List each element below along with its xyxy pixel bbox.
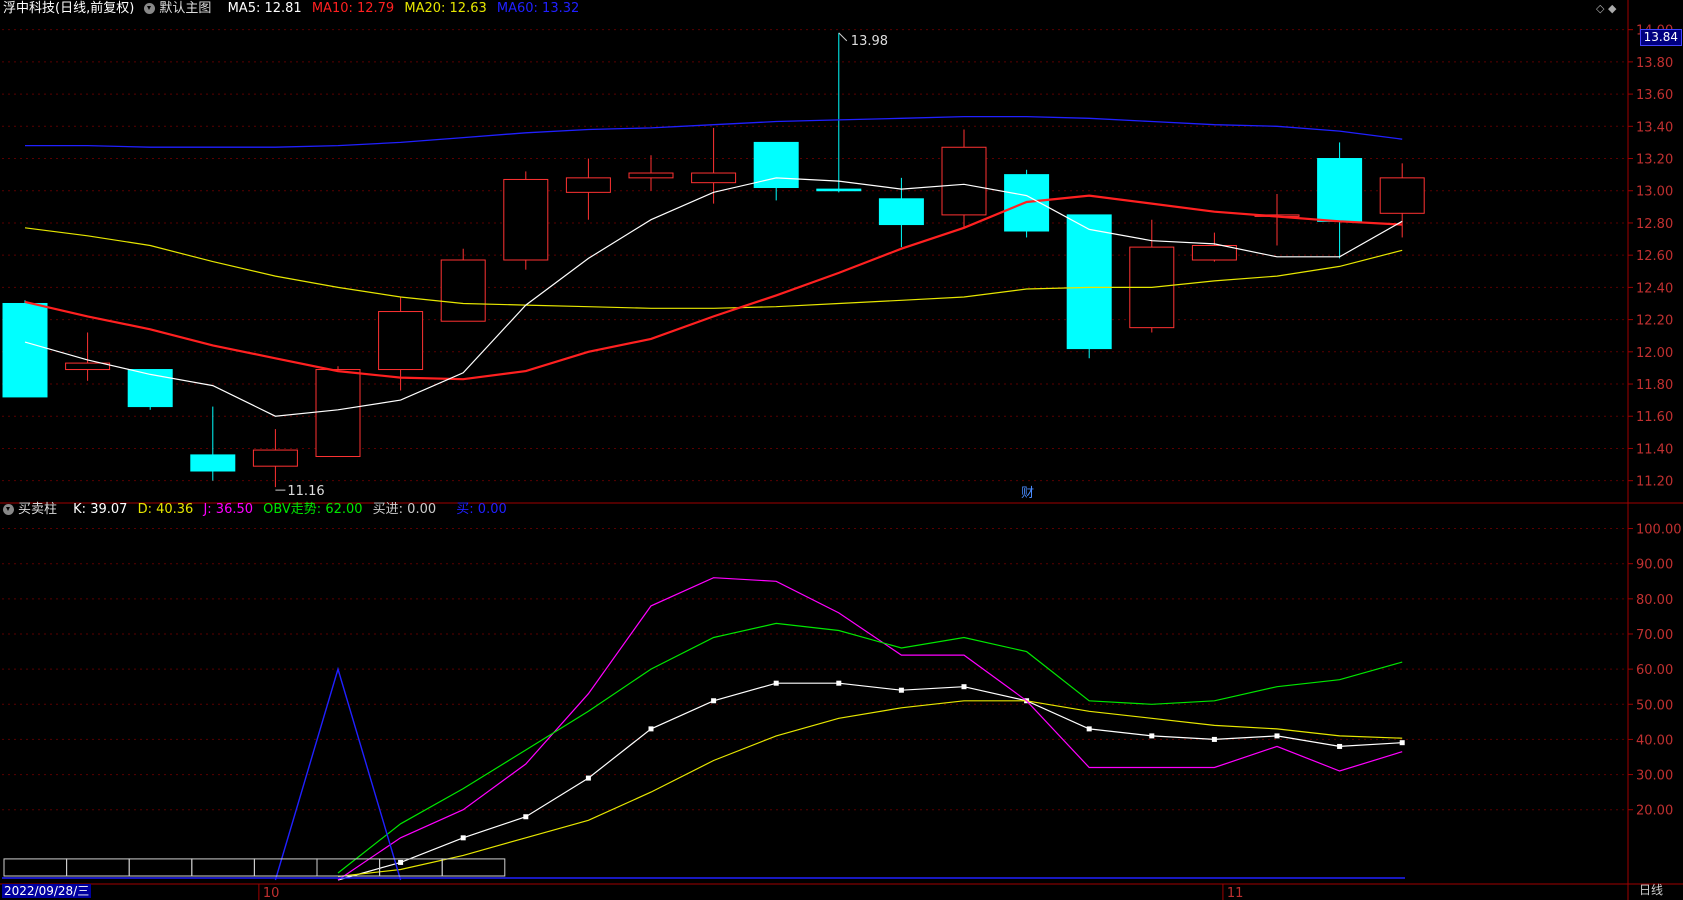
k-point bbox=[1211, 736, 1217, 742]
ma60-label: MA60: 13.32 bbox=[496, 1, 580, 16]
y-tick-label: 20.00 bbox=[1636, 804, 1673, 819]
stock-name[interactable]: 浮中科技(日线,前复权) bbox=[3, 1, 134, 16]
k-point bbox=[398, 859, 404, 865]
k-point bbox=[836, 680, 842, 686]
high-marker-arrow bbox=[838, 32, 848, 42]
obv-line bbox=[337, 622, 1403, 874]
candle-body bbox=[941, 146, 987, 216]
candle-body bbox=[753, 141, 799, 189]
k-point bbox=[898, 687, 904, 693]
period-button[interactable]: 日线 bbox=[1639, 881, 1663, 898]
k-point bbox=[1274, 733, 1280, 739]
ma5-label: MA5: 12.81 bbox=[227, 1, 302, 16]
stock-chart[interactable]: 11.20 11.40 11.60 11.80 12.00 12.20 12.40 12.60… bbox=[0, 0, 1683, 900]
candle-body bbox=[2, 302, 48, 398]
low-price-label: 11.16 bbox=[287, 484, 324, 499]
y-tick-label: 11.80 bbox=[1636, 378, 1673, 393]
candle-body bbox=[440, 259, 486, 322]
d-line bbox=[337, 700, 1403, 878]
k-point bbox=[711, 698, 717, 704]
k-point bbox=[648, 726, 654, 732]
buy-sell-bar bbox=[191, 858, 255, 877]
buy-sell-bar bbox=[3, 858, 68, 877]
template-label: 默认主图 bbox=[159, 1, 212, 16]
y-tick-label: 70.00 bbox=[1636, 628, 1673, 643]
candle-body bbox=[127, 369, 173, 408]
candle-body bbox=[878, 198, 924, 226]
k-label: K: 39.07 bbox=[73, 502, 128, 517]
y-tick-label: 12.00 bbox=[1636, 346, 1673, 361]
k-point bbox=[585, 775, 591, 781]
main-legend: 浮中科技(日线,前复权) 默认主图 MA5: 12.81 MA10: 12.79… bbox=[3, 1, 585, 17]
y-tick-label: 80.00 bbox=[1636, 593, 1673, 608]
y-tick-label: 100.00 bbox=[1636, 523, 1682, 538]
y-tick-label: 12.60 bbox=[1636, 249, 1673, 264]
y-tick-label: 13.40 bbox=[1636, 120, 1673, 135]
candle-body bbox=[503, 178, 549, 261]
candle-body bbox=[315, 369, 361, 458]
ma10-label: MA10: 12.79 bbox=[311, 1, 395, 16]
finance-marker: 财 bbox=[1021, 486, 1034, 501]
y-tick-label: 12.80 bbox=[1636, 217, 1673, 232]
candle-body bbox=[1317, 158, 1363, 222]
cursor-date: 2022/09/28/三 bbox=[2, 884, 92, 898]
dropdown-icon bbox=[144, 3, 156, 14]
candle-body bbox=[190, 454, 236, 472]
y-tick-label: 90.00 bbox=[1636, 558, 1673, 573]
y-tick-label: 50.00 bbox=[1636, 698, 1673, 713]
k-point bbox=[1086, 726, 1092, 732]
y-tick-label: 11.40 bbox=[1636, 442, 1673, 457]
candle-body bbox=[252, 449, 298, 467]
d-label: D: 40.36 bbox=[137, 502, 194, 517]
j-label: J: 36.50 bbox=[203, 502, 254, 517]
y-tick-label: 13.20 bbox=[1636, 153, 1673, 168]
j-line bbox=[337, 577, 1403, 881]
candle-body bbox=[1066, 214, 1112, 350]
candle-body bbox=[1379, 177, 1425, 214]
x-tick-label: 10 bbox=[263, 886, 280, 900]
ma20-line bbox=[24, 227, 1403, 309]
current-price-tag: 13.84 bbox=[1639, 29, 1682, 46]
y-tick-label: 13.80 bbox=[1636, 56, 1673, 71]
k-point bbox=[1337, 743, 1343, 749]
indicator-name: 买卖柱 bbox=[18, 502, 58, 517]
high-price-label: 13.98 bbox=[851, 34, 888, 49]
candle-body bbox=[816, 188, 862, 192]
k-point bbox=[1399, 740, 1405, 746]
obv-label: OBV走势: 62.00 bbox=[263, 502, 363, 517]
window-controls[interactable]: ◇ ◆ bbox=[1596, 2, 1616, 15]
y-tick-label: 13.60 bbox=[1636, 88, 1673, 103]
y-tick-label: 13.00 bbox=[1636, 185, 1673, 200]
ma20-label: MA20: 12.63 bbox=[404, 1, 487, 16]
sell-label: 买: 0.00 bbox=[456, 502, 507, 517]
ma5-line bbox=[24, 177, 1403, 417]
diamond-icon[interactable]: ◇ ◆ bbox=[1596, 2, 1616, 15]
y-tick-label: 60.00 bbox=[1636, 663, 1673, 678]
buy-sell-bar bbox=[253, 858, 318, 877]
y-tick-label: 40.00 bbox=[1636, 733, 1673, 748]
k-point bbox=[460, 835, 466, 841]
y-tick-label: 12.20 bbox=[1636, 314, 1673, 329]
k-point bbox=[773, 680, 779, 686]
k-point bbox=[523, 814, 529, 820]
x-tick-label: 11 bbox=[1227, 886, 1244, 900]
y-tick-label: 11.60 bbox=[1636, 410, 1673, 425]
buy-sell-bar bbox=[441, 858, 506, 877]
indicator-selector[interactable]: 买卖柱 bbox=[3, 502, 67, 517]
k-point bbox=[961, 684, 967, 690]
sub-legend: 买卖柱 K: 39.07 D: 40.36 J: 36.50 OBV走势: 62… bbox=[3, 502, 513, 518]
chart-template-button[interactable]: 默认主图 bbox=[144, 1, 221, 16]
buy-label: 买进: 0.00 bbox=[372, 502, 437, 517]
k-point bbox=[1149, 733, 1155, 739]
candle-body bbox=[628, 172, 674, 179]
candle-body bbox=[691, 172, 737, 184]
candle-body bbox=[378, 311, 424, 371]
y-tick-label: 12.40 bbox=[1636, 281, 1673, 296]
buy-sell-bar bbox=[128, 858, 193, 877]
candle-body bbox=[565, 177, 611, 193]
dropdown-icon bbox=[3, 504, 14, 515]
y-tick-label: 30.00 bbox=[1636, 769, 1673, 784]
buy-sell-bar bbox=[66, 858, 130, 877]
y-tick-label: 11.20 bbox=[1636, 475, 1673, 490]
